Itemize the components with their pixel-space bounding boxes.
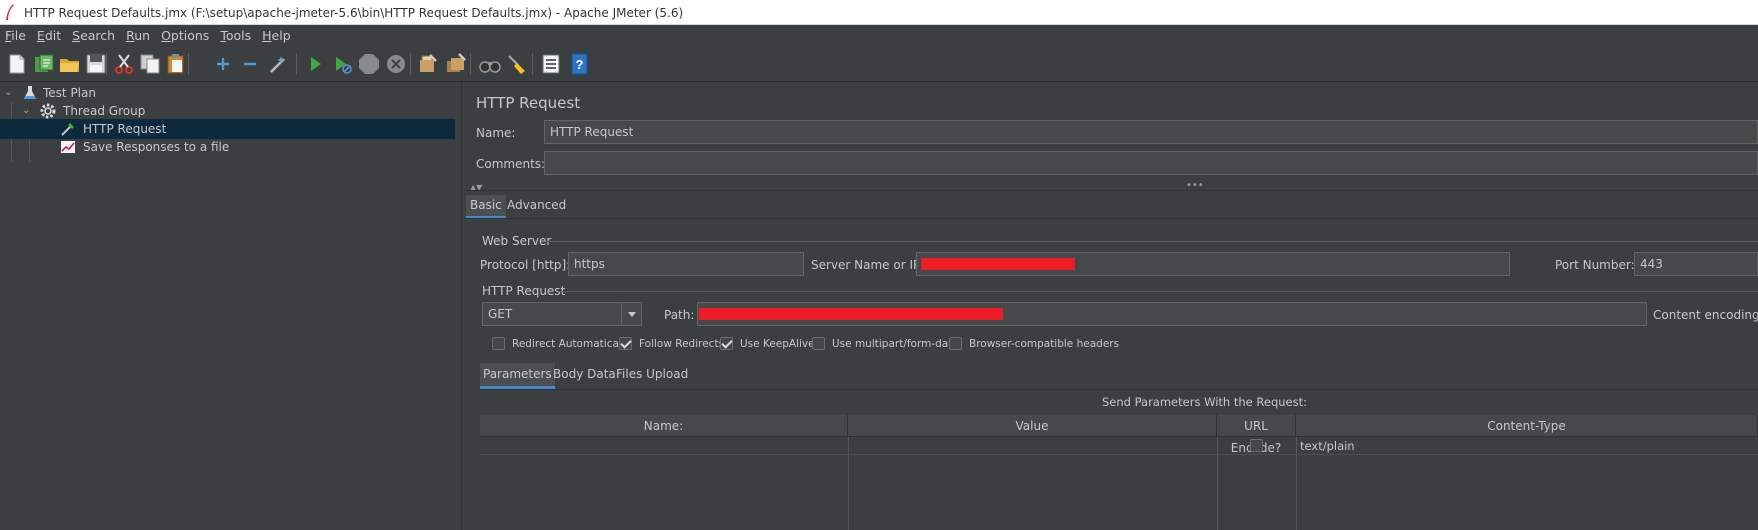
reset-search-broom-icon[interactable] xyxy=(505,52,529,76)
menu-search[interactable]: Search xyxy=(67,28,121,43)
menu-tools[interactable]: Tools xyxy=(215,28,257,43)
column-header-content-type[interactable]: Content-Type xyxy=(1296,415,1758,437)
use-keepalive-checkbox[interactable] xyxy=(720,337,733,350)
browser-compatible-headers-label: Browser-compatible headers xyxy=(969,338,1120,350)
http-request-panel: HTTP Request Name: HTTP Request Comments… xyxy=(462,82,1758,530)
column-header-value[interactable]: Value xyxy=(848,415,1217,437)
http-request-section-label: HTTP Request xyxy=(482,284,566,298)
tab-files-upload[interactable]: Files Upload xyxy=(616,367,688,381)
comments-field[interactable] xyxy=(544,151,1758,175)
tab-basic[interactable]: Basic xyxy=(466,195,506,219)
open-folder-icon[interactable] xyxy=(58,52,82,76)
tree-item-save-responses[interactable]: Save Responses to a file xyxy=(0,137,455,157)
use-multipart-label: Use multipart/form-data xyxy=(832,338,959,350)
menu-options[interactable]: Options xyxy=(156,28,215,43)
column-header-name[interactable]: Name: xyxy=(480,415,848,437)
templates-icon[interactable] xyxy=(32,52,56,76)
copy-icon[interactable] xyxy=(138,52,162,76)
new-file-icon[interactable] xyxy=(5,52,29,76)
protocol-label: Protocol [http]: xyxy=(480,258,571,272)
name-field[interactable]: HTTP Request xyxy=(544,120,1758,144)
cut-icon[interactable] xyxy=(112,52,136,76)
save-icon[interactable] xyxy=(84,52,108,76)
tab-advanced[interactable]: Advanced xyxy=(507,198,566,212)
method-select[interactable]: GET xyxy=(482,302,642,326)
browser-compatible-headers-checkbox[interactable] xyxy=(949,337,962,350)
follow-redirects-label: Follow Redirects xyxy=(639,338,725,350)
redacted-path-value xyxy=(699,308,1003,320)
clear-all-icon[interactable] xyxy=(444,52,468,76)
params-caption: Send Parameters With the Request: xyxy=(1102,395,1307,409)
content-encoding-label: Content encoding: xyxy=(1653,308,1758,322)
chevron-down-icon[interactable]: ⌄ xyxy=(4,87,16,99)
parameters-table: Name: Value URL Encode? Content-Type tex… xyxy=(480,415,1758,530)
redirect-automatically-label: Redirect Automatically xyxy=(512,338,631,350)
redacted-server-value xyxy=(921,258,1075,270)
tab-parameters[interactable]: Parameters xyxy=(480,363,555,389)
expand-plus-icon[interactable] xyxy=(211,52,235,76)
toolbar: ? xyxy=(0,46,1758,82)
tab-body-data[interactable]: Body Data xyxy=(553,367,616,381)
start-icon[interactable] xyxy=(303,52,327,76)
paste-icon[interactable] xyxy=(164,52,188,76)
menu-help[interactable]: Help xyxy=(257,28,297,43)
protocol-field[interactable]: https xyxy=(568,252,804,276)
port-number-label: Port Number: xyxy=(1555,258,1635,272)
flask-icon xyxy=(21,84,39,102)
pipette-icon xyxy=(59,120,77,138)
jmeter-feather-icon xyxy=(6,4,14,20)
function-helper-icon[interactable] xyxy=(539,52,563,76)
server-name-label: Server Name or IP: xyxy=(811,258,925,272)
path-field[interactable] xyxy=(697,302,1647,326)
menu-run[interactable]: Run xyxy=(121,28,156,43)
menu-edit[interactable]: Edit xyxy=(32,28,67,43)
port-number-field[interactable]: 443 xyxy=(1634,252,1758,276)
tree-item-test-plan[interactable]: ⌄ Test Plan xyxy=(0,83,455,103)
test-plan-tree: ⌄ Test Plan ⌄ Thread Group HTTP Request … xyxy=(0,82,456,530)
redirect-automatically-checkbox[interactable] xyxy=(492,337,505,350)
param-name-cell[interactable] xyxy=(480,437,848,455)
help-icon[interactable]: ? xyxy=(568,52,592,76)
search-binoculars-icon[interactable] xyxy=(478,52,502,76)
param-content-type-cell[interactable]: text/plain xyxy=(1296,437,1758,455)
window-title: HTTP Request Defaults.jmx (F:\setup\apac… xyxy=(24,6,684,20)
svg-text:?: ? xyxy=(576,57,584,72)
menu-file[interactable]: File xyxy=(0,28,32,43)
chart-icon xyxy=(59,138,77,156)
panel-splitter[interactable] xyxy=(455,82,462,530)
server-name-field[interactable] xyxy=(916,252,1510,276)
toggle-wand-icon[interactable] xyxy=(266,52,290,76)
use-keepalive-label: Use KeepAlive xyxy=(740,338,815,350)
path-label: Path: xyxy=(664,308,695,322)
name-label: Name: xyxy=(476,126,516,140)
panel-title: HTTP Request xyxy=(476,94,581,112)
gear-icon xyxy=(39,102,57,120)
param-value-cell[interactable] xyxy=(848,437,1217,455)
title-bar: HTTP Request Defaults.jmx (F:\setup\apac… xyxy=(0,0,1758,25)
use-multipart-checkbox[interactable] xyxy=(812,337,825,350)
collapse-minus-icon[interactable] xyxy=(238,52,262,76)
column-header-url-encode[interactable]: URL Encode? xyxy=(1217,415,1296,455)
param-url-encode-cell[interactable] xyxy=(1217,437,1296,455)
chevron-down-icon[interactable]: ⌄ xyxy=(22,105,34,117)
menu-bar: File Edit Search Run Options Tools Help xyxy=(0,25,1758,46)
tree-item-http-request[interactable]: HTTP Request xyxy=(0,119,455,139)
url-encode-checkbox[interactable] xyxy=(1250,439,1263,452)
chevron-down-icon[interactable] xyxy=(621,303,641,325)
follow-redirects-checkbox[interactable] xyxy=(619,337,632,350)
stop-icon[interactable] xyxy=(357,52,381,76)
tree-item-thread-group[interactable]: ⌄ Thread Group xyxy=(0,101,455,121)
start-no-pause-icon[interactable] xyxy=(330,52,354,76)
shutdown-icon[interactable] xyxy=(384,52,408,76)
comments-label: Comments: xyxy=(476,157,546,171)
web-server-section-label: Web Server xyxy=(482,234,552,248)
method-value: GET xyxy=(488,307,513,321)
clear-icon[interactable] xyxy=(416,52,440,76)
